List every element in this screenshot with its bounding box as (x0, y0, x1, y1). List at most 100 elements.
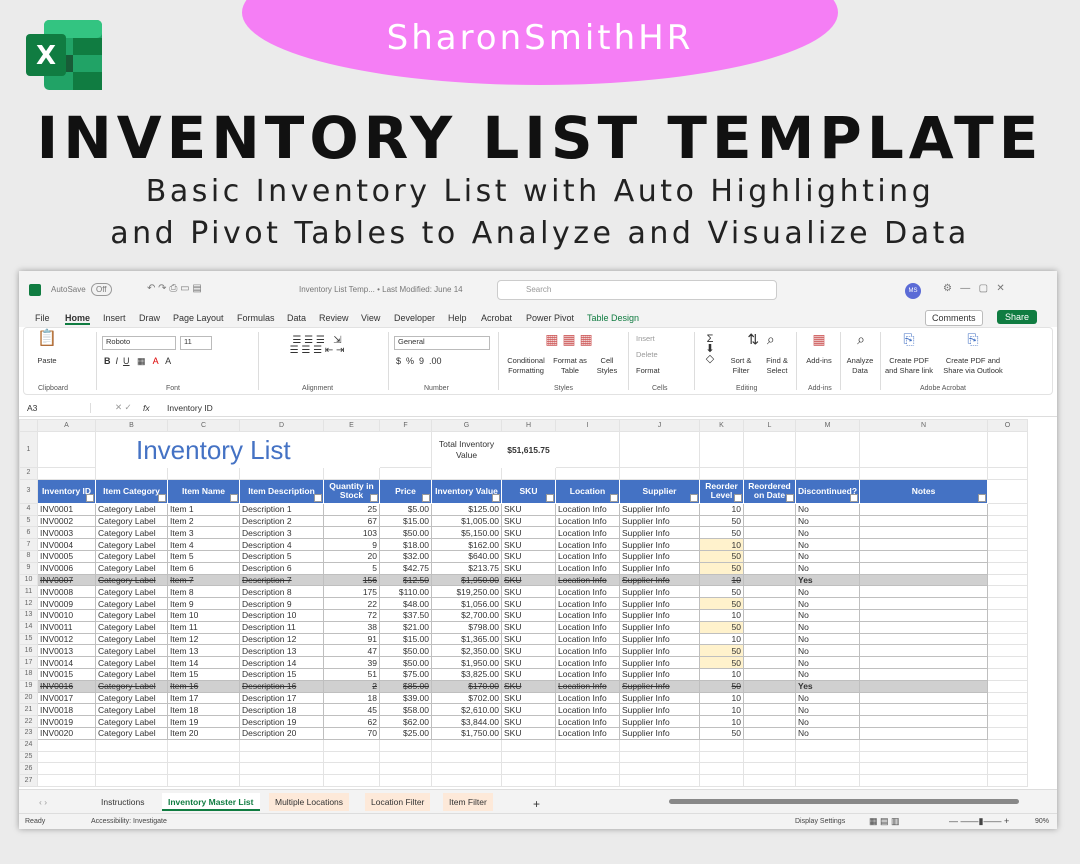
table-cell[interactable]: SKU (501, 691, 556, 705)
table-cell[interactable]: Supplier Info (619, 715, 700, 728)
row-header[interactable]: 17 (19, 656, 38, 669)
table-cell[interactable] (743, 526, 796, 540)
cell[interactable] (987, 620, 1029, 634)
table-cell[interactable]: No (794, 585, 861, 599)
table-cell[interactable]: SKU (501, 726, 556, 740)
tab-instructions[interactable]: Instructions (95, 793, 150, 811)
table-cell[interactable]: 10 (699, 608, 744, 622)
table-cell[interactable]: $110.00 (379, 585, 432, 599)
table-header[interactable]: Inventory ID (37, 478, 96, 504)
table-cell[interactable]: Supplier Info (619, 597, 700, 610)
cell[interactable] (619, 774, 700, 787)
table-cell[interactable]: Category Label (95, 561, 168, 575)
table-cell[interactable]: Category Label (95, 726, 168, 740)
table-cell[interactable] (743, 573, 796, 587)
cell[interactable] (699, 467, 744, 480)
cell[interactable] (987, 667, 1029, 681)
table-cell[interactable]: Description 17 (239, 691, 324, 705)
table-header[interactable]: Item Description (239, 478, 324, 504)
row-header[interactable]: 12 (19, 597, 38, 610)
table-cell[interactable]: $1,750.00 (431, 726, 502, 740)
column-header[interactable]: J (619, 419, 700, 432)
table-cell[interactable]: 10 (699, 538, 744, 551)
cell[interactable] (239, 762, 324, 776)
table-cell[interactable]: SKU (501, 549, 556, 563)
table-cell[interactable] (743, 538, 796, 551)
cell[interactable] (37, 762, 96, 776)
filter-dropdown-icon[interactable] (370, 493, 378, 502)
notes-cell[interactable] (859, 703, 989, 717)
table-cell[interactable]: 50 (699, 549, 744, 563)
table-cell[interactable]: 50 (699, 656, 744, 669)
table-cell[interactable]: $15.00 (379, 632, 432, 646)
cell[interactable] (501, 467, 556, 480)
table-cell[interactable]: INV0002 (37, 514, 96, 528)
table-cell[interactable]: INV0011 (37, 620, 96, 634)
window-controls-icon[interactable]: ⚙ — ▢ ✕ (943, 283, 1005, 294)
analyze-icon[interactable]: ⌕ (844, 332, 878, 346)
table-cell[interactable]: INV0016 (37, 679, 96, 693)
column-header[interactable]: E (323, 419, 380, 432)
table-cell[interactable]: Supplier Info (619, 561, 700, 575)
table-cell[interactable]: Description 14 (239, 656, 324, 669)
table-cell[interactable]: $2,610.00 (431, 703, 502, 717)
table-cell[interactable]: 2 (323, 679, 380, 693)
conditional-formatting-button[interactable]: Conditional Formatting (502, 356, 550, 376)
cell[interactable] (37, 431, 96, 468)
table-cell[interactable]: SKU (501, 667, 556, 681)
cell[interactable] (619, 738, 700, 752)
table-cell[interactable] (743, 502, 796, 516)
table-cell[interactable]: 10 (699, 632, 744, 646)
table-cell[interactable]: Category Label (95, 667, 168, 681)
table-cell[interactable]: 38 (323, 620, 380, 634)
table-cell[interactable]: No (794, 514, 861, 528)
cell[interactable] (743, 467, 796, 480)
table-cell[interactable]: $25.00 (379, 726, 432, 740)
insert-cells-button[interactable]: Insert (636, 334, 686, 344)
cell[interactable] (379, 762, 432, 776)
row-header[interactable]: 9 (19, 561, 38, 575)
table-cell[interactable]: Yes (794, 679, 861, 693)
table-cell[interactable]: 50 (699, 585, 744, 599)
cell[interactable] (987, 514, 1029, 528)
table-cell[interactable]: 47 (323, 644, 380, 658)
table-cell[interactable]: No (794, 656, 861, 669)
cell[interactable] (37, 750, 96, 764)
menu-review[interactable]: Review (319, 313, 349, 323)
menu-page-layout[interactable]: Page Layout (173, 313, 224, 323)
table-cell[interactable]: SKU (501, 679, 556, 693)
table-cell[interactable]: Item 9 (167, 597, 240, 610)
table-cell[interactable]: $1,005.00 (431, 514, 502, 528)
table-cell[interactable]: Description 15 (239, 667, 324, 681)
cell[interactable] (555, 774, 620, 787)
status-display-settings[interactable]: Display Settings (795, 818, 845, 825)
table-cell[interactable] (743, 620, 796, 634)
table-cell[interactable]: SKU (501, 538, 556, 551)
table-cell[interactable]: Item 8 (167, 585, 240, 599)
cell[interactable] (859, 750, 989, 764)
table-header[interactable]: Inventory Value (431, 478, 502, 504)
notes-cell[interactable] (859, 561, 989, 575)
delete-cells-button[interactable]: Delete (636, 350, 686, 360)
filter-dropdown-icon[interactable] (86, 493, 94, 502)
row-header[interactable]: 14 (19, 620, 38, 634)
table-cell[interactable]: $170.00 (431, 679, 502, 693)
table-cell[interactable]: Item 5 (167, 549, 240, 563)
menu-table-design[interactable]: Table Design (587, 313, 639, 323)
table-cell[interactable] (743, 561, 796, 575)
menu-view[interactable]: View (361, 313, 380, 323)
column-header[interactable]: H (501, 419, 556, 432)
cell[interactable] (859, 774, 989, 787)
cell[interactable] (987, 478, 1029, 504)
cell[interactable] (987, 585, 1029, 599)
cell[interactable] (379, 750, 432, 764)
create-pdf-link-button[interactable]: Create PDF and Share link (884, 356, 934, 376)
table-cell[interactable]: 10 (699, 502, 744, 516)
table-cell[interactable]: INV0020 (37, 726, 96, 740)
table-cell[interactable]: No (794, 549, 861, 563)
table-cell[interactable] (743, 644, 796, 658)
table-cell[interactable]: $1,056.00 (431, 597, 502, 610)
add-sheet-icon[interactable]: + (527, 793, 546, 811)
row-header[interactable]: 7 (19, 538, 38, 551)
table-cell[interactable]: Supplier Info (619, 538, 700, 551)
